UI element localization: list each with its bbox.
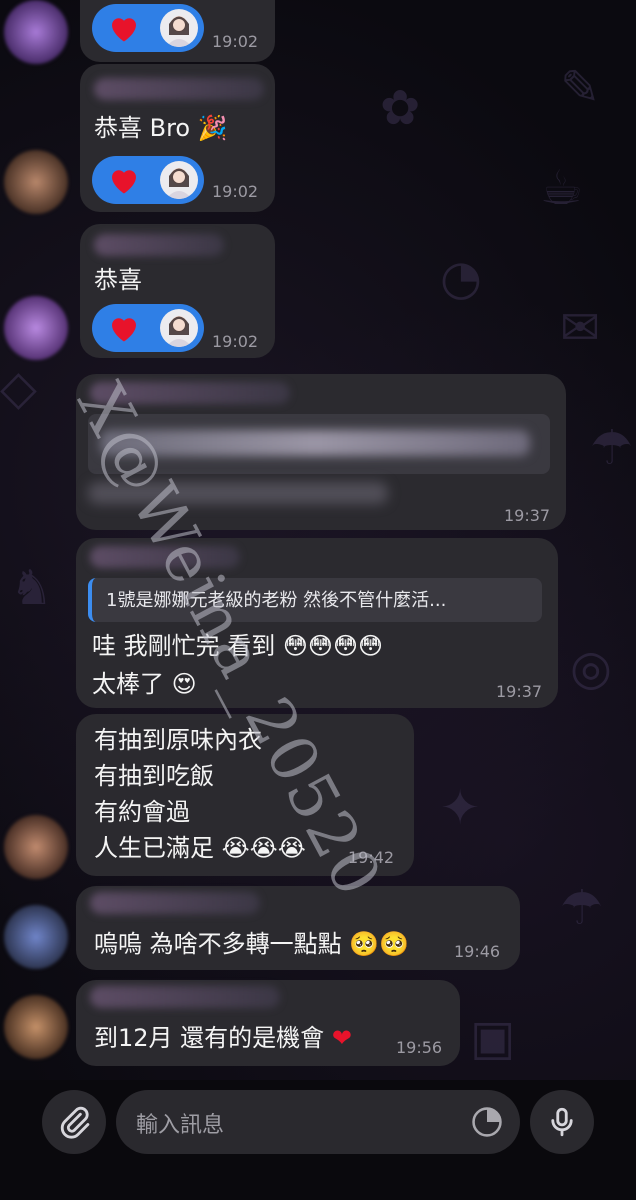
message-text: 恭喜 Bro 🎉 bbox=[94, 114, 228, 142]
attach-button[interactable] bbox=[42, 1090, 106, 1154]
sticker-icon[interactable] bbox=[470, 1105, 504, 1139]
message-time: 19:46 bbox=[454, 942, 501, 961]
flushed-face-icon: 😳😳😳😳 bbox=[282, 632, 383, 660]
message-text: 有約會過 bbox=[94, 798, 190, 826]
message-time: 19:02 bbox=[212, 182, 259, 201]
reaction-avatar bbox=[160, 161, 198, 199]
avatar[interactable] bbox=[4, 0, 68, 64]
reaction-avatar bbox=[160, 9, 198, 47]
doodle-icon: ▣ bbox=[470, 1010, 516, 1066]
doodle-icon: ♞ bbox=[10, 560, 54, 616]
doodle-icon: ☂ bbox=[560, 880, 604, 936]
avatar[interactable] bbox=[4, 815, 68, 879]
message-text: 有抽到吃飯 bbox=[94, 762, 214, 790]
red-heart-icon: ❤ bbox=[331, 1024, 352, 1052]
avatar[interactable] bbox=[4, 905, 68, 969]
doodle-icon: ◎ bbox=[570, 640, 612, 696]
message-text: 恭喜 bbox=[94, 266, 142, 294]
message-bubble[interactable]: 到12月 還有的是機會 ❤ 19:56 bbox=[76, 980, 460, 1066]
doodle-icon: ✉ bbox=[560, 300, 601, 356]
heart-icon bbox=[112, 18, 136, 42]
reply-quote[interactable]: 1號是娜娜元老級的老粉 然後不管什麼活... bbox=[88, 578, 542, 622]
message-text: 嗚嗚 為啥不多轉一點點 🥺🥺 bbox=[94, 930, 410, 958]
doodle-icon: ☕ bbox=[540, 160, 584, 216]
message-input[interactable]: 輸入訊息 bbox=[116, 1090, 520, 1154]
doodle-icon: ☂ bbox=[590, 420, 634, 476]
message-bubble[interactable]: 恭喜 Bro 🎉 19:02 bbox=[80, 64, 275, 212]
heart-icon bbox=[112, 170, 136, 194]
message-bubble[interactable]: 嗚嗚 為啥不多轉一點點 🥺🥺 19:46 bbox=[76, 886, 520, 970]
reaction-pill[interactable] bbox=[92, 304, 204, 352]
doodle-icon: ◇ bbox=[0, 360, 37, 416]
reply-quote-text: 1號是娜娜元老級的老粉 然後不管什麼活... bbox=[106, 590, 447, 611]
sender-name bbox=[90, 986, 280, 1008]
message-text: 到12月 還有的是機會 ❤ bbox=[94, 1024, 352, 1052]
message-time: 19:56 bbox=[396, 1038, 443, 1057]
doodle-icon: ◔ bbox=[440, 250, 482, 306]
message-bubble[interactable]: 19:02 bbox=[80, 0, 275, 62]
message-time: 19:37 bbox=[504, 506, 551, 525]
message-text: 人生已滿足 😭😭😭 bbox=[94, 834, 306, 862]
party-popper-icon: 🎉 bbox=[197, 114, 228, 142]
reaction-pill[interactable] bbox=[92, 156, 204, 204]
doodle-icon: ✦ bbox=[440, 780, 481, 836]
sender-name bbox=[94, 234, 224, 256]
doodle-icon: ✿ bbox=[380, 80, 421, 136]
heart-icon bbox=[112, 318, 136, 342]
microphone-button[interactable] bbox=[530, 1090, 594, 1154]
doodle-icon: ✎ bbox=[560, 60, 601, 116]
microphone-icon bbox=[551, 1107, 573, 1137]
message-time: 19:02 bbox=[212, 332, 259, 351]
heart-eyes-icon: 😍 bbox=[171, 670, 197, 698]
message-time: 19:37 bbox=[496, 682, 543, 701]
avatar[interactable] bbox=[4, 296, 68, 360]
reaction-pill[interactable] bbox=[92, 4, 204, 52]
paperclip-icon bbox=[60, 1106, 90, 1139]
sender-name bbox=[90, 892, 260, 914]
message-input-placeholder: 輸入訊息 bbox=[136, 1113, 225, 1138]
reaction-avatar bbox=[160, 309, 198, 347]
avatar[interactable] bbox=[4, 995, 68, 1059]
message-text: 太棒了 😍 bbox=[92, 670, 197, 698]
pleading-face-icon: 🥺🥺 bbox=[349, 930, 410, 958]
message-bubble[interactable]: 恭喜 19:02 bbox=[80, 224, 275, 358]
message-time: 19:02 bbox=[212, 32, 259, 51]
sender-name bbox=[94, 78, 264, 100]
avatar[interactable] bbox=[4, 150, 68, 214]
